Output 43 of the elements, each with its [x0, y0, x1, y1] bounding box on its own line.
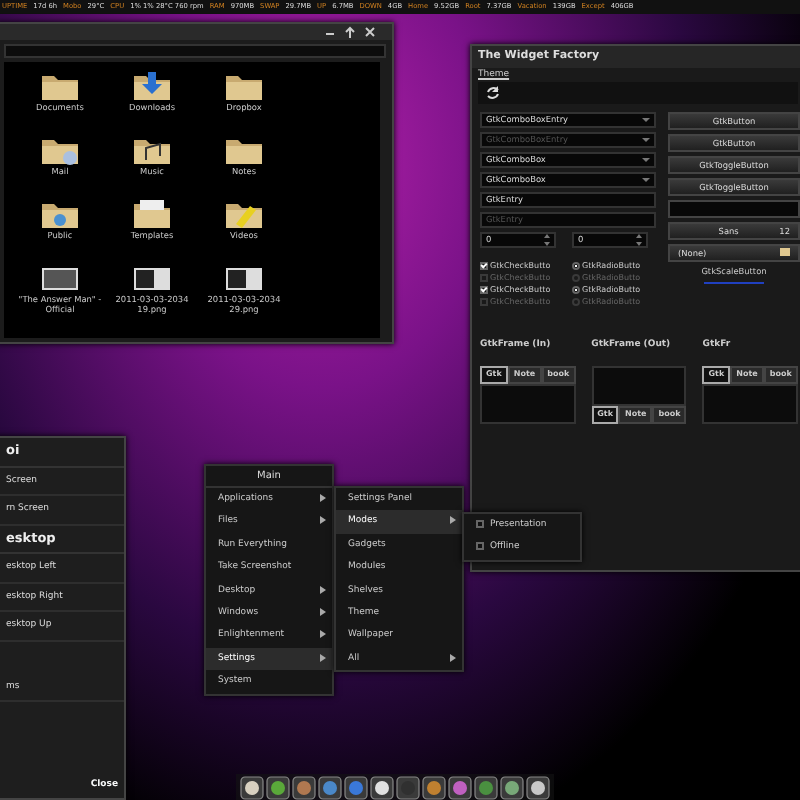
checkbox[interactable]: [480, 261, 488, 270]
submenu-arrow-icon: [320, 630, 326, 639]
music-folder-icon[interactable]: [132, 134, 172, 166]
spin-arrows-icon: [636, 233, 642, 246]
submenu-arrow-icon: [450, 516, 456, 525]
checkbox[interactable]: [476, 542, 484, 551]
checkbox[interactable]: [476, 520, 484, 528]
notebook-page: [702, 384, 798, 425]
app-launcher-icon[interactable]: [370, 776, 394, 800]
spin-arrows-icon: [544, 233, 550, 246]
refresh-icon[interactable]: [486, 85, 500, 100]
submenu-arrow-icon: [320, 607, 326, 616]
people-folder-icon[interactable]: [40, 198, 80, 230]
app-launcher-icon[interactable]: [266, 776, 290, 800]
film-folder-icon[interactable]: [224, 198, 264, 230]
submenu-arrow-icon: [320, 494, 326, 502]
close-icon[interactable]: [364, 26, 376, 38]
location-field[interactable]: [4, 44, 386, 58]
radio-button[interactable]: [572, 261, 580, 270]
mail-folder-icon[interactable]: [40, 134, 80, 166]
maximize-icon[interactable]: [344, 26, 356, 38]
submenu-arrow-icon: [320, 653, 326, 662]
app-launcher-icon[interactable]: [422, 776, 446, 800]
image-thumbnail[interactable]: [40, 262, 80, 294]
folder-icon[interactable]: [40, 70, 80, 102]
notebook-page: [480, 384, 576, 425]
submenu-arrow-icon: [320, 516, 326, 525]
folder-icon[interactable]: [224, 70, 264, 102]
image-thumbnail[interactable]: [132, 262, 172, 294]
color-button[interactable]: [668, 199, 800, 218]
document-folder-icon[interactable]: [132, 198, 172, 230]
folder-icon: [780, 248, 790, 257]
radio-button[interactable]: [572, 285, 580, 294]
image-thumbnail[interactable]: [224, 262, 264, 294]
submenu-arrow-icon: [450, 653, 456, 662]
submenu-arrow-icon: [320, 585, 326, 594]
app-launcher-icon[interactable]: [500, 776, 524, 800]
checkbox[interactable]: [480, 285, 488, 294]
folder-icon[interactable]: [224, 134, 264, 166]
app-launcher-icon[interactable]: [526, 776, 550, 800]
app-launcher-icon[interactable]: [240, 776, 264, 800]
notebook-page: [591, 366, 687, 407]
download-folder-icon[interactable]: [132, 70, 172, 102]
